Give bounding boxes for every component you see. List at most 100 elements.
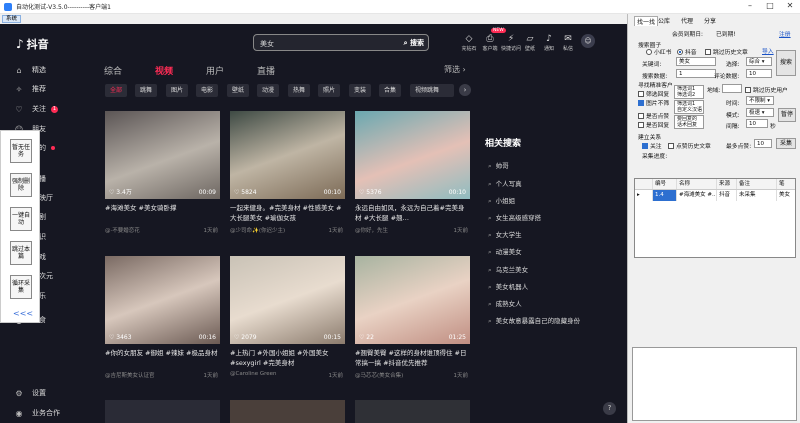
image-filter-checkbox[interactable]: 图片不筛 — [638, 98, 669, 107]
help-icon[interactable]: ? — [603, 402, 616, 415]
video-title[interactable]: #上热门 #外国小姐姐 #外国美女 #sexygirl #完美身材 — [230, 348, 345, 368]
time-dropdown[interactable]: 不限制 ▾ — [746, 96, 774, 105]
column-header[interactable]: 来源 — [717, 179, 737, 189]
skip-history-user-checkbox[interactable]: 跳过历史用户 — [745, 85, 788, 94]
region-input[interactable] — [722, 84, 742, 93]
related-item[interactable]: ⌕ 个人写真 — [488, 178, 522, 189]
search-submit-button[interactable]: 搜索 — [776, 50, 796, 76]
video-author[interactable]: @·不要婚恋花 — [105, 228, 140, 234]
filter-reply-words[interactable]: 筛选词1 筛选词2 — [674, 85, 704, 99]
collect-button[interactable]: 采集 — [776, 138, 796, 149]
platform-douyin-radio[interactable]: 抖音 — [677, 47, 697, 56]
cell-extra[interactable]: 美女 — [777, 190, 795, 201]
register-link[interactable]: 注册 — [779, 29, 791, 38]
related-item[interactable]: ⌕ 乌克兰美女 — [488, 264, 528, 275]
tab-overall[interactable]: 综合 — [104, 64, 122, 77]
platform-xhs-radio[interactable]: 小红书 — [646, 47, 671, 56]
reply-checkbox[interactable]: 是否回复 — [638, 120, 669, 129]
mode-dropdown[interactable]: 极速 ▾ — [746, 108, 774, 117]
filter-reply-checkbox[interactable]: 筛选回复 — [638, 89, 669, 98]
tab-live[interactable]: 直播 — [257, 64, 275, 77]
related-item[interactable]: ⌕ 动漫美女 — [488, 246, 522, 257]
filter-button[interactable]: 筛选 › — [444, 64, 466, 75]
related-item[interactable]: ⌕ 成熟女人 — [488, 298, 522, 309]
close-icon[interactable]: ✕ — [781, 1, 799, 10]
column-header[interactable]: 名称 — [677, 179, 717, 189]
cell-id[interactable]: 1.4 — [653, 190, 677, 201]
video-thumbnail[interactable]: ♡ 3463 00:16 — [105, 256, 220, 344]
float-btn-skip[interactable]: 跳过本篇 — [10, 241, 32, 265]
import-link[interactable]: 导入 — [762, 46, 774, 55]
video-title[interactable]: 一起来健身。#完美身材 #性感美女 #大长腿美女 #瑜伽女孩 — [230, 203, 345, 223]
keyword-input[interactable]: 美女 — [676, 57, 716, 66]
cell-source[interactable]: 抖音 — [717, 190, 737, 201]
nav-item-follow[interactable]: ♡ 关注 1 — [14, 104, 58, 114]
chip[interactable]: 动漫 — [257, 84, 280, 97]
float-btn-auto[interactable]: 一键自动 — [10, 207, 32, 231]
related-item[interactable]: ⌕ 美女机器人 — [488, 281, 528, 292]
float-btn-force-delete[interactable]: 强制删除 — [10, 173, 32, 197]
minimize-icon[interactable]: – — [741, 1, 759, 10]
search-input[interactable]: 美女 — [260, 39, 274, 49]
system-menu-button[interactable]: 系统 — [2, 15, 22, 23]
pause-button[interactable]: 暂停 — [778, 108, 796, 122]
video-thumbnail-partial[interactable] — [230, 400, 345, 423]
header-messages[interactable]: ✉ 私信 — [554, 34, 582, 52]
related-item[interactable]: ⌕ 女生高级感穿搭 — [488, 212, 541, 223]
chip[interactable]: 视频跳舞 — [410, 84, 454, 97]
maximize-icon[interactable]: □ — [761, 1, 779, 10]
like-words[interactable]: 要回复的 话术回复 — [674, 115, 704, 129]
chip[interactable]: 照片 — [318, 84, 341, 97]
chip[interactable]: 跳舞 — [135, 84, 158, 97]
chip[interactable]: 热舞 — [288, 84, 311, 97]
video-title[interactable]: 永远自由如风，永远为自己着#完美身材 #大长腿 #翘… — [355, 203, 470, 223]
chips-next-icon[interactable]: › — [459, 84, 471, 96]
column-header[interactable]: 备注 — [737, 179, 777, 189]
column-header[interactable]: 笔 — [777, 179, 795, 189]
video-thumbnail-partial[interactable] — [355, 400, 470, 423]
video-thumbnail[interactable]: ♡ 2079 00:15 — [230, 256, 345, 344]
chip[interactable]: 变装 — [349, 84, 372, 97]
nav-item-recommend[interactable]: ✧ 推荐 — [14, 84, 46, 94]
video-author[interactable]: @Caroline Green — [230, 371, 277, 377]
user-avatar[interactable]: ☺ — [581, 34, 595, 48]
row-selector-icon[interactable]: ▸ — [635, 190, 653, 201]
video-title[interactable]: #你的女朋友 #御姐 #辣妹 #极品身材 — [105, 348, 220, 368]
video-author[interactable]: @吉尼斯美女认证官 — [105, 373, 155, 379]
chip[interactable]: 图片 — [166, 84, 189, 97]
related-item[interactable]: ⌕ 美女故意暴露自己的隐藏身份 — [488, 315, 580, 326]
max-likes-input[interactable]: 10 — [754, 139, 772, 148]
video-title[interactable]: #翘臀美臀 #这样的身材谁顶得住 #日常搞一搞 #抖音优先推荐 — [355, 348, 470, 368]
tab-find[interactable]: 找一找 — [634, 16, 659, 26]
cell-note[interactable]: 未采集 — [737, 190, 777, 201]
related-item[interactable]: ⌕ 帅哥 — [488, 160, 509, 171]
video-thumbnail[interactable]: ♡ 5824 00:10 — [230, 111, 345, 199]
video-card[interactable]: ♡ 22 01:25 #翘臀美臀 #这样的身材谁顶得住 #日常搞一搞 #抖音优先… — [355, 256, 470, 379]
video-thumbnail[interactable]: ♡ 5376 00:10 — [355, 111, 470, 199]
douyin-logo[interactable]: ♪ 抖音 — [16, 36, 49, 52]
chip[interactable]: 合集 — [379, 84, 402, 97]
video-title[interactable]: #海滩美女 #美女骑卧撑 — [105, 203, 220, 223]
skip-history-checkbox[interactable]: 跳过历史文章 — [705, 47, 748, 56]
douyin-search-box[interactable]: 美女 ⌕ 搜索 — [253, 34, 429, 51]
video-card[interactable]: ♡ 5376 00:10 永远自由如风，永远为自己着#完美身材 #大长腿 #翘…… — [355, 111, 470, 234]
tab-public-lib[interactable]: 公库 — [658, 16, 670, 25]
cell-name[interactable]: #海滩美女 #... — [677, 190, 717, 201]
tab-video[interactable]: 视频 — [155, 64, 173, 77]
log-output[interactable] — [632, 347, 797, 421]
tab-share[interactable]: 分享 — [704, 16, 716, 25]
video-card[interactable]: ♡ 3463 00:16 #你的女朋友 #御姐 #辣妹 #极品身材 @吉尼斯美女… — [105, 256, 220, 379]
nav-item-featured[interactable]: ⌂ 精选 — [14, 65, 46, 75]
video-thumbnail-partial[interactable] — [105, 400, 220, 423]
image-filter-words[interactable]: 筛选词1 自定义汉语 — [674, 100, 704, 114]
related-item[interactable]: ⌕ 女大学生 — [488, 229, 522, 240]
video-author[interactable]: @少司命✨(你迟少主) — [230, 228, 285, 234]
nav-item-settings[interactable]: ⚙ 设置 — [14, 388, 46, 398]
chip[interactable]: 壁纸 — [227, 84, 250, 97]
table-row[interactable]: ▸ 1.4 #海滩美女 #... 抖音 未采集 美女 — [635, 190, 795, 201]
float-btn-loop[interactable]: 循环采集 — [10, 275, 32, 299]
like-checkbox[interactable]: 是否点赞 — [638, 111, 669, 120]
like-history-checkbox[interactable]: 点赞历史文章 — [668, 141, 711, 150]
tab-proxy[interactable]: 代理 — [681, 16, 693, 25]
nav-item-business[interactable]: ◉ 业务合作 — [14, 408, 61, 418]
